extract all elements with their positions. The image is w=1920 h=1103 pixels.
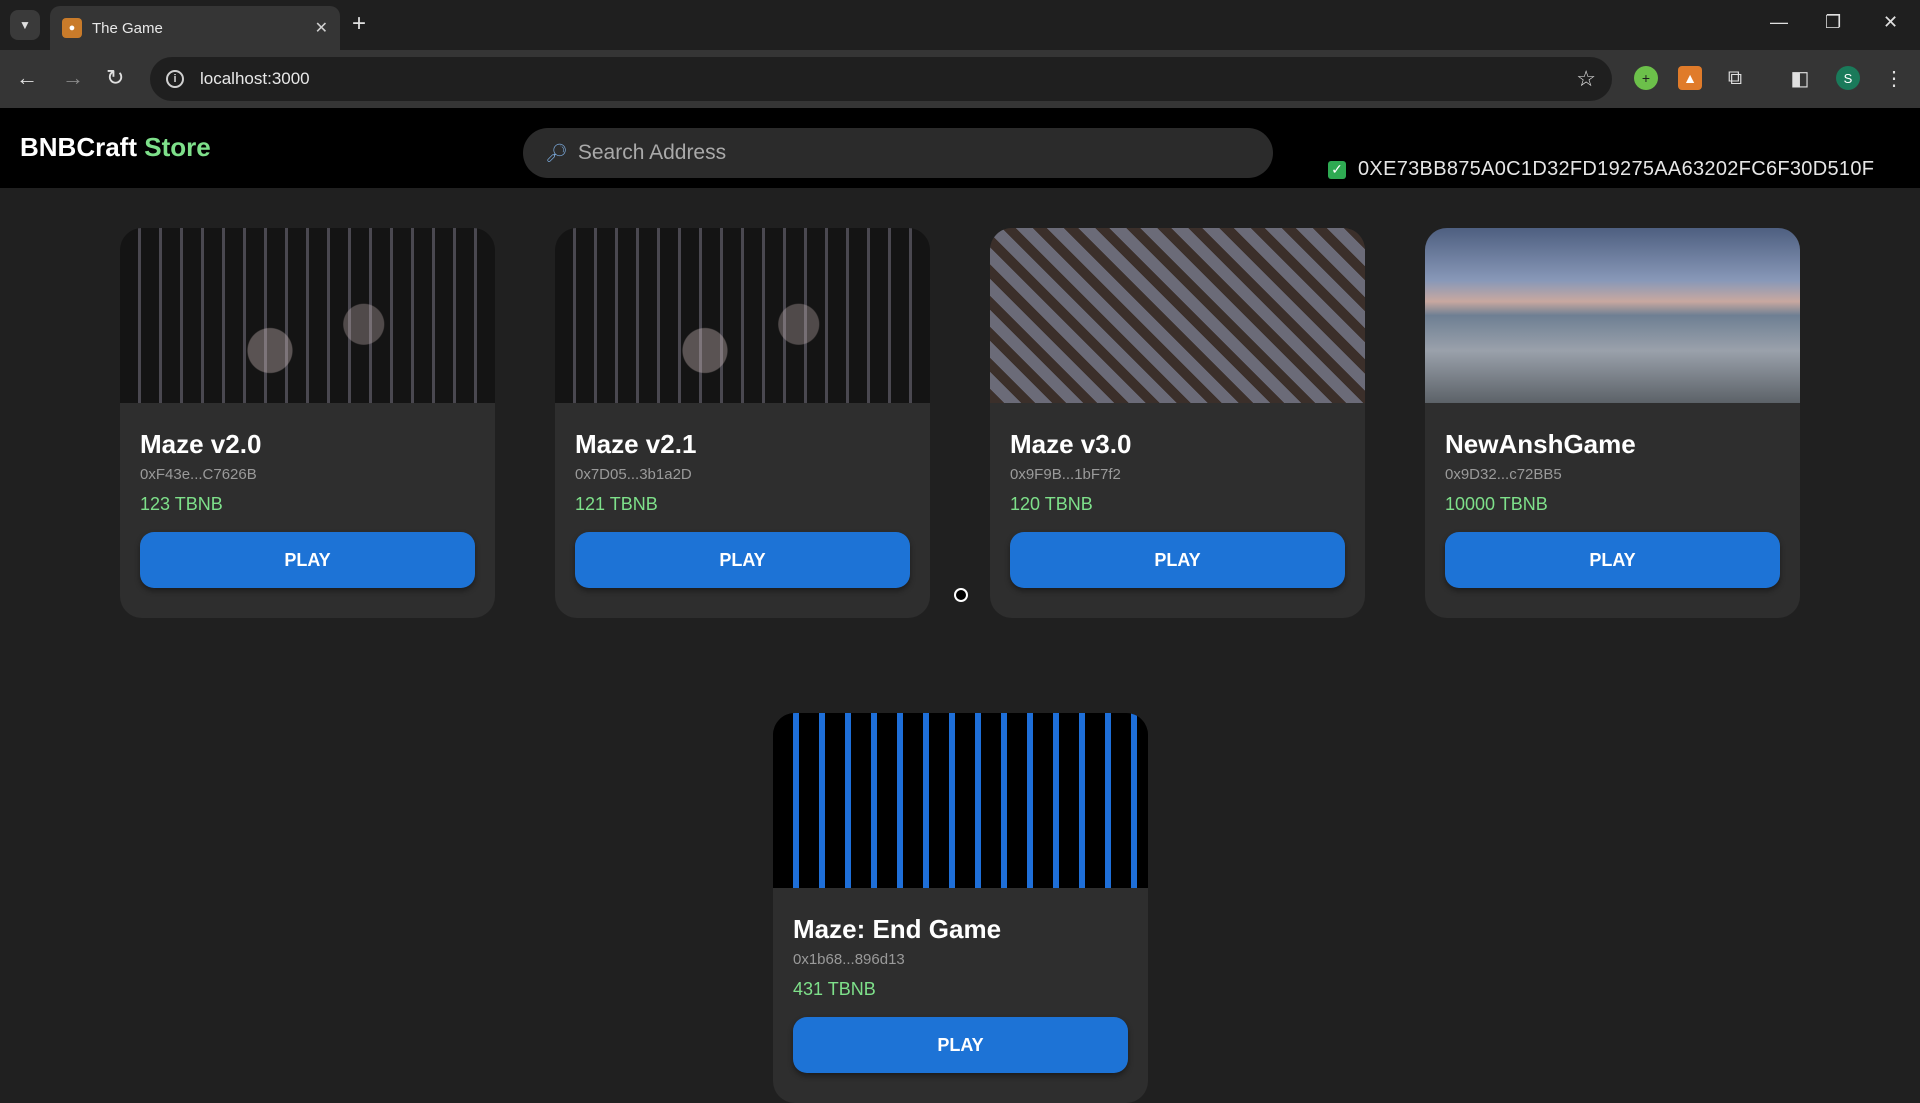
app-header: BNBCraft Store 🔎︎ ✓ 0XE73BB875A0C1D32FD1… <box>0 108 1920 188</box>
game-thumbnail[interactable] <box>555 228 930 403</box>
minimize-icon[interactable]: — <box>1770 12 1788 33</box>
game-thumbnail[interactable] <box>1425 228 1800 403</box>
game-address: 0x7D05...3b1a2D <box>575 466 692 483</box>
game-title: Maze: End Game <box>793 914 1002 944</box>
search-input[interactable] <box>577 141 1251 165</box>
site-info-icon[interactable]: i <box>166 70 184 88</box>
wallet-address: 0XE73BB875A0C1D32FD19275AA63202FC6F30D51… <box>1358 158 1875 180</box>
game-card: Maze v2.1 0x7D05...3b1a2D 121 TBNB PLAY <box>555 228 930 618</box>
game-price: 120 TBNB <box>1010 494 1093 514</box>
game-address: 0xF43e...C7626B <box>140 466 257 483</box>
wallet-status: ✓ 0XE73BB875A0C1D32FD19275AA63202FC6F30D… <box>1328 158 1874 181</box>
browser-tab[interactable]: ● The Game ✕ <box>50 6 340 50</box>
play-button[interactable]: PLAY <box>140 532 475 588</box>
address-bar[interactable]: i localhost:3000 ☆ <box>150 57 1612 101</box>
close-tab-icon[interactable]: ✕ <box>315 18 328 38</box>
extensions-puzzle-icon[interactable]: ⧉ <box>1723 66 1747 90</box>
game-title: Maze v2.1 <box>575 429 697 459</box>
favicon-icon: ● <box>62 18 82 38</box>
url-text: localhost:3000 <box>200 69 310 88</box>
play-button[interactable]: PLAY <box>1445 532 1780 588</box>
profile-avatar[interactable]: S <box>1836 66 1860 90</box>
game-title: NewAnshGame <box>1445 429 1636 459</box>
back-icon[interactable]: ← <box>16 66 38 90</box>
game-title: Maze v2.0 <box>140 429 262 459</box>
play-button[interactable]: PLAY <box>793 1017 1128 1073</box>
restore-icon[interactable]: ❐ <box>1825 12 1841 33</box>
new-tab-icon[interactable]: + <box>352 12 366 36</box>
brand-main: BNBCraft <box>20 132 137 162</box>
mouse-cursor <box>954 588 968 602</box>
game-grid: Maze v2.0 0xF43e...C7626B 123 TBNB PLAY … <box>0 188 1920 1103</box>
browser-tabbar: ▼ ● The Game ✕ + — ❐ ✕ <box>0 0 1920 50</box>
game-price: 121 TBNB <box>575 494 658 514</box>
game-card: NewAnshGame 0x9D32...c72BB5 10000 TBNB P… <box>1425 228 1800 618</box>
game-price: 431 TBNB <box>793 979 876 999</box>
extension-plus-icon[interactable]: + <box>1634 66 1658 90</box>
brand-accent: Store <box>144 132 211 162</box>
tab-title: The Game <box>92 19 163 37</box>
tab-search-icon[interactable]: ▼ <box>10 10 40 40</box>
browser-toolbar: ← → ↻ i localhost:3000 ☆ + ▲ ⧉ ◧ S ⋮ <box>0 50 1920 108</box>
brand-logo[interactable]: BNBCraft Store <box>20 132 211 163</box>
game-title: Maze v3.0 <box>1010 429 1132 459</box>
game-address: 0x1b68...896d13 <box>793 951 905 968</box>
game-price: 10000 TBNB <box>1445 494 1548 514</box>
reload-icon[interactable]: ↻ <box>106 66 124 90</box>
connected-check-icon: ✓ <box>1328 160 1346 179</box>
play-button[interactable]: PLAY <box>575 532 910 588</box>
menu-kebab-icon[interactable]: ⋮ <box>1882 66 1906 90</box>
close-window-icon[interactable]: ✕ <box>1883 12 1898 33</box>
forward-icon[interactable]: → <box>62 66 84 90</box>
game-thumbnail[interactable] <box>990 228 1365 403</box>
bookmark-star-icon[interactable]: ☆ <box>1576 66 1596 92</box>
game-card: Maze v3.0 0x9F9B...1bF7f2 120 TBNB PLAY <box>990 228 1365 618</box>
game-card: Maze v2.0 0xF43e...C7626B 123 TBNB PLAY <box>120 228 495 618</box>
metamask-fox-icon[interactable]: ▲ <box>1678 66 1702 90</box>
play-button[interactable]: PLAY <box>1010 532 1345 588</box>
game-address: 0x9D32...c72BB5 <box>1445 466 1562 483</box>
game-card: Maze: End Game 0x1b68...896d13 431 TBNB … <box>773 713 1148 1103</box>
search-icon: 🔎︎ <box>545 142 568 163</box>
game-thumbnail[interactable] <box>120 228 495 403</box>
game-address: 0x9F9B...1bF7f2 <box>1010 466 1121 483</box>
game-price: 123 TBNB <box>140 494 223 514</box>
game-thumbnail[interactable] <box>773 713 1148 888</box>
side-panel-icon[interactable]: ◧ <box>1788 66 1812 90</box>
search-bar[interactable]: 🔎︎ <box>523 128 1273 178</box>
